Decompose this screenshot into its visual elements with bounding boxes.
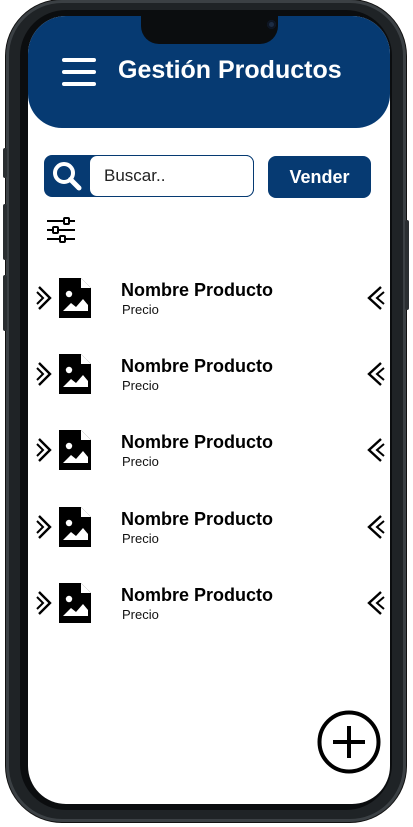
product-name: Nombre Producto [121,509,274,529]
product-row[interactable]: Nombre Producto Precio [28,426,390,476]
sell-button[interactable]: Vender [268,156,371,198]
app-screen: Gestión Productos Vender [28,16,390,804]
chevron-right-icon[interactable] [36,284,54,312]
chevron-right-icon[interactable] [36,513,54,541]
chevron-left-icon[interactable] [365,360,385,388]
search-input[interactable] [89,155,254,197]
product-row[interactable]: Nombre Producto Precio [28,274,390,324]
image-file-icon [59,507,91,547]
hamburger-menu-icon[interactable] [62,56,98,88]
product-row[interactable]: Nombre Producto Precio [28,579,390,629]
product-price: Precio [122,378,159,393]
product-price: Precio [122,454,159,469]
camera-notch [141,16,278,44]
search-icon[interactable] [50,160,84,192]
page-title: Gestión Productos [118,56,342,84]
product-row[interactable]: Nombre Producto Precio [28,350,390,400]
product-price: Precio [122,302,159,317]
product-name: Nombre Producto [121,356,274,376]
chevron-right-icon[interactable] [36,436,54,464]
product-name: Nombre Producto [121,585,274,605]
chevron-right-icon[interactable] [36,360,54,388]
camera-lens [267,20,276,29]
volume-up-button [3,204,7,260]
chevron-left-icon[interactable] [365,513,385,541]
image-file-icon [59,354,91,394]
chevron-right-icon[interactable] [36,589,54,617]
product-row[interactable]: Nombre Producto Precio [28,503,390,553]
power-button [405,220,409,310]
product-name: Nombre Producto [121,280,274,300]
search-bar [44,155,254,197]
product-name: Nombre Producto [121,432,274,452]
image-file-icon [59,278,91,318]
product-price: Precio [122,531,159,546]
sliders-filter-icon[interactable] [46,216,76,244]
volume-down-button [3,275,7,331]
image-file-icon [59,430,91,470]
chevron-left-icon[interactable] [365,436,385,464]
chevron-left-icon[interactable] [365,284,385,312]
add-product-button[interactable] [317,710,381,774]
product-price: Precio [122,607,159,622]
image-file-icon [59,583,91,623]
mute-switch [3,148,7,178]
chevron-left-icon[interactable] [365,589,385,617]
